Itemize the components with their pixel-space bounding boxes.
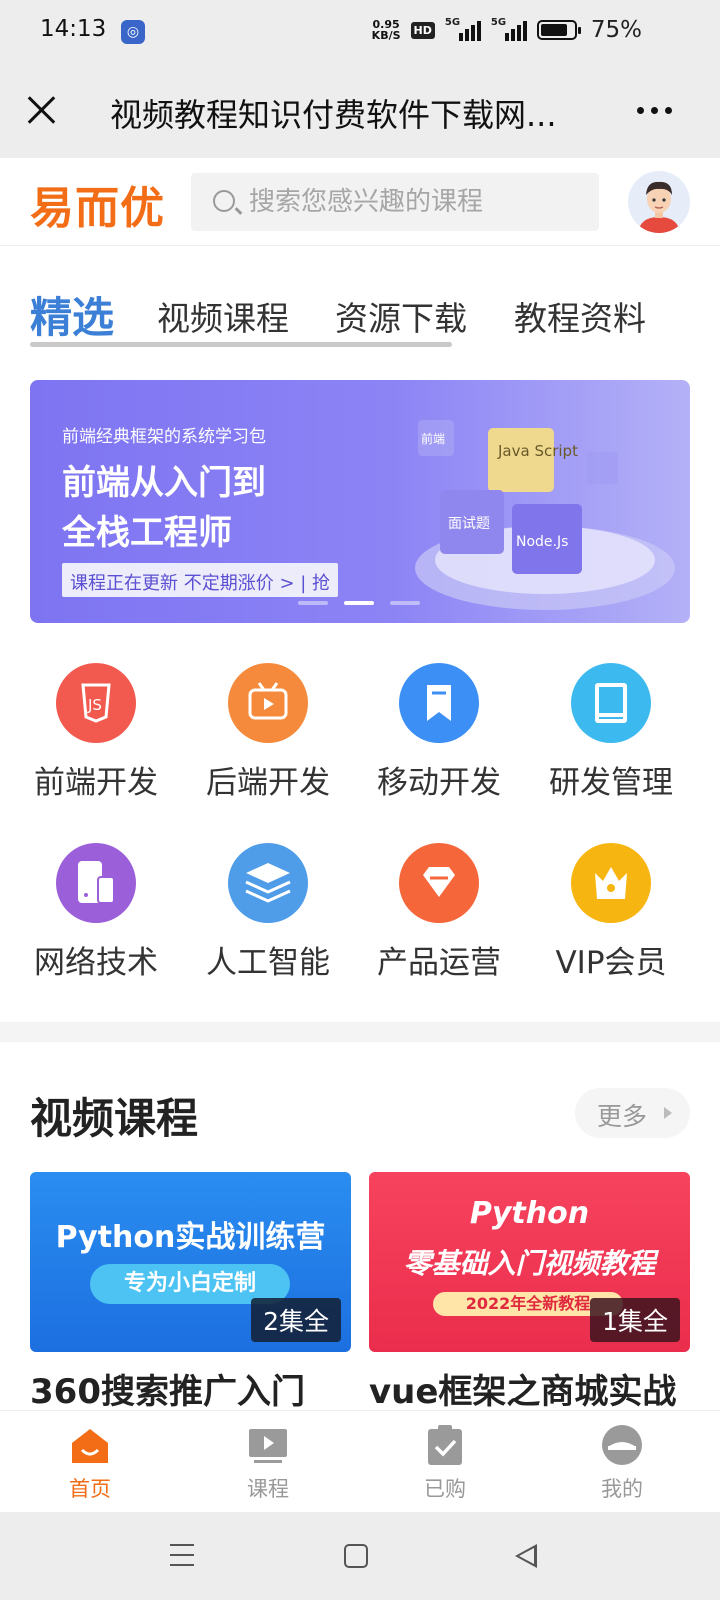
thumb-line2: 零基础入门视频教程 [403, 1247, 656, 1280]
battery-icon [536, 20, 581, 40]
tab-resource-download[interactable]: 资源下载 [335, 292, 467, 340]
tab-mine[interactable]: 我的 [562, 1423, 682, 1503]
tv-icon [228, 663, 308, 743]
close-icon[interactable] [22, 90, 62, 130]
search-input[interactable] [249, 181, 579, 223]
category-rd-management[interactable]: 研发管理 [536, 663, 686, 802]
bookmark-icon [399, 663, 479, 743]
video-icon [246, 1423, 290, 1467]
signal-icon: 5G [444, 17, 481, 41]
banner-block-interview: 面试题 [448, 516, 490, 532]
tab-video-courses[interactable]: 视频课程 [157, 292, 289, 340]
thumb-line1: Python [469, 1196, 590, 1231]
tab-purchased-label: 已购 [424, 1477, 466, 1501]
category-label: 前端开发 [34, 765, 158, 801]
hd-icon: HD [410, 21, 435, 39]
thumb-line1: Python实战训练营 [55, 1220, 326, 1255]
clipboard-check-icon [423, 1423, 467, 1467]
course-card[interactable]: Python 零基础入门视频教程 2022年全新教程 1集全 vue框架之商城实… [369, 1172, 690, 1410]
course-card[interactable]: Python实战训练营 专为小白定制 2集全 360搜索推广入门 [30, 1172, 351, 1410]
category-vip[interactable]: VIP会员 [536, 843, 686, 982]
tab-bar-top: 精选 视频课程 资源下载 教程资料 [0, 280, 720, 350]
category-mobile[interactable]: 移动开发 [364, 663, 514, 802]
status-bar: 14:13 ◎ 0.95 KB/S HD 5G 5G 75% [0, 0, 720, 64]
diamond-icon [399, 843, 479, 923]
category-product-ops[interactable]: 产品运营 [364, 843, 514, 982]
speed-unit: KB/S [371, 29, 401, 42]
webview-title-bar: 视频教程知识付费软件下载网... [0, 64, 720, 158]
signal-label: 5G [444, 17, 461, 28]
home-button-icon[interactable] [344, 1544, 368, 1568]
avatar[interactable] [628, 171, 690, 233]
course-thumbnail: Python 零基础入门视频教程 2022年全新教程 1集全 [369, 1172, 690, 1352]
network-speed: 0.95 KB/S [372, 19, 401, 41]
back-icon[interactable] [515, 1544, 537, 1568]
tab-tutorial-materials[interactable]: 教程资料 [514, 292, 646, 340]
status-indicators: 0.95 KB/S HD 5G 5G 75% [372, 17, 642, 43]
banner-block-node: Node.Js [516, 534, 568, 550]
course-title: 360搜索推广入门 [30, 1372, 305, 1410]
profile-icon [600, 1423, 644, 1467]
app-notification-icon: ◎ [121, 20, 145, 44]
section-divider [0, 1022, 720, 1042]
category-label: 移动开发 [377, 765, 501, 801]
battery-percent: 75% [590, 17, 642, 43]
page-title: 视频教程知识付费软件下载网... [110, 96, 557, 134]
banner-block-js: Java Script [497, 442, 578, 460]
category-frontend[interactable]: JS 前端开发 [21, 663, 171, 802]
signal-label-2: 5G [490, 17, 507, 28]
banner-title-line1: 前端从入门到 [62, 463, 266, 503]
status-time: 14:13 [40, 16, 107, 42]
banner-block-frontend: 前端 [421, 431, 445, 446]
category-label: VIP会员 [555, 945, 667, 981]
menu-icon[interactable] [170, 1544, 194, 1574]
search-bar[interactable] [191, 173, 599, 231]
system-nav-bar [0, 1512, 720, 1600]
course-thumbnail: Python实战训练营 专为小白定制 2集全 [30, 1172, 351, 1352]
tab-purchased[interactable]: 已购 [385, 1423, 505, 1503]
category-ai[interactable]: 人工智能 [193, 843, 343, 982]
category-label: 产品运营 [377, 945, 501, 981]
banner-pagination[interactable] [298, 601, 420, 605]
episode-badge: 1集全 [590, 1298, 680, 1342]
episode-badge: 2集全 [251, 1298, 341, 1342]
site-header: 易而优 [0, 158, 720, 246]
js-icon: JS [56, 663, 136, 743]
course-title: vue框架之商城实战 [369, 1372, 677, 1410]
section-title: 视频课程 [30, 1094, 199, 1143]
more-button[interactable]: 更多 [575, 1088, 690, 1138]
home-icon [68, 1423, 112, 1467]
search-icon [213, 190, 235, 212]
category-label: 研发管理 [549, 765, 673, 801]
tab-mine-label: 我的 [601, 1477, 643, 1501]
signal-icon-2: 5G [490, 17, 527, 41]
tab-scroll-indicator [30, 342, 452, 347]
site-logo[interactable]: 易而优 [30, 172, 165, 236]
promo-banner[interactable]: 前端经典框架的系统学习包 前端从入门到 全栈工程师 课程正在更新 不定期涨价 >… [30, 380, 690, 623]
tab-courses[interactable]: 课程 [208, 1423, 328, 1503]
svg-text:JS: JS [87, 696, 102, 714]
category-label: 后端开发 [206, 765, 330, 801]
banner-illustration: 前端 Java Script 面试题 Node.Js [415, 420, 675, 610]
tab-featured[interactable]: 精选 [30, 284, 114, 345]
banner-subtitle: 前端经典框架的系统学习包 [62, 427, 266, 447]
crown-icon [571, 843, 651, 923]
tab-courses-label: 课程 [247, 1477, 289, 1501]
banner-title: 前端从入门到 全栈工程师 [62, 458, 266, 558]
category-label: 人工智能 [206, 945, 330, 981]
devices-icon [56, 843, 136, 923]
banner-title-line2: 全栈工程师 [62, 513, 232, 553]
category-network[interactable]: 网络技术 [21, 843, 171, 982]
layers-icon [228, 843, 308, 923]
book-icon [571, 663, 651, 743]
category-label: 网络技术 [34, 945, 158, 981]
tab-home[interactable]: 首页 [30, 1423, 150, 1503]
tab-home-label: 首页 [69, 1477, 111, 1501]
category-backend[interactable]: 后端开发 [193, 663, 343, 802]
more-options-icon[interactable] [637, 107, 672, 114]
bottom-tab-bar: 首页 课程 已购 我的 [0, 1410, 720, 1512]
banner-tag: 课程正在更新 不定期涨价 > | 抢 [62, 563, 339, 597]
